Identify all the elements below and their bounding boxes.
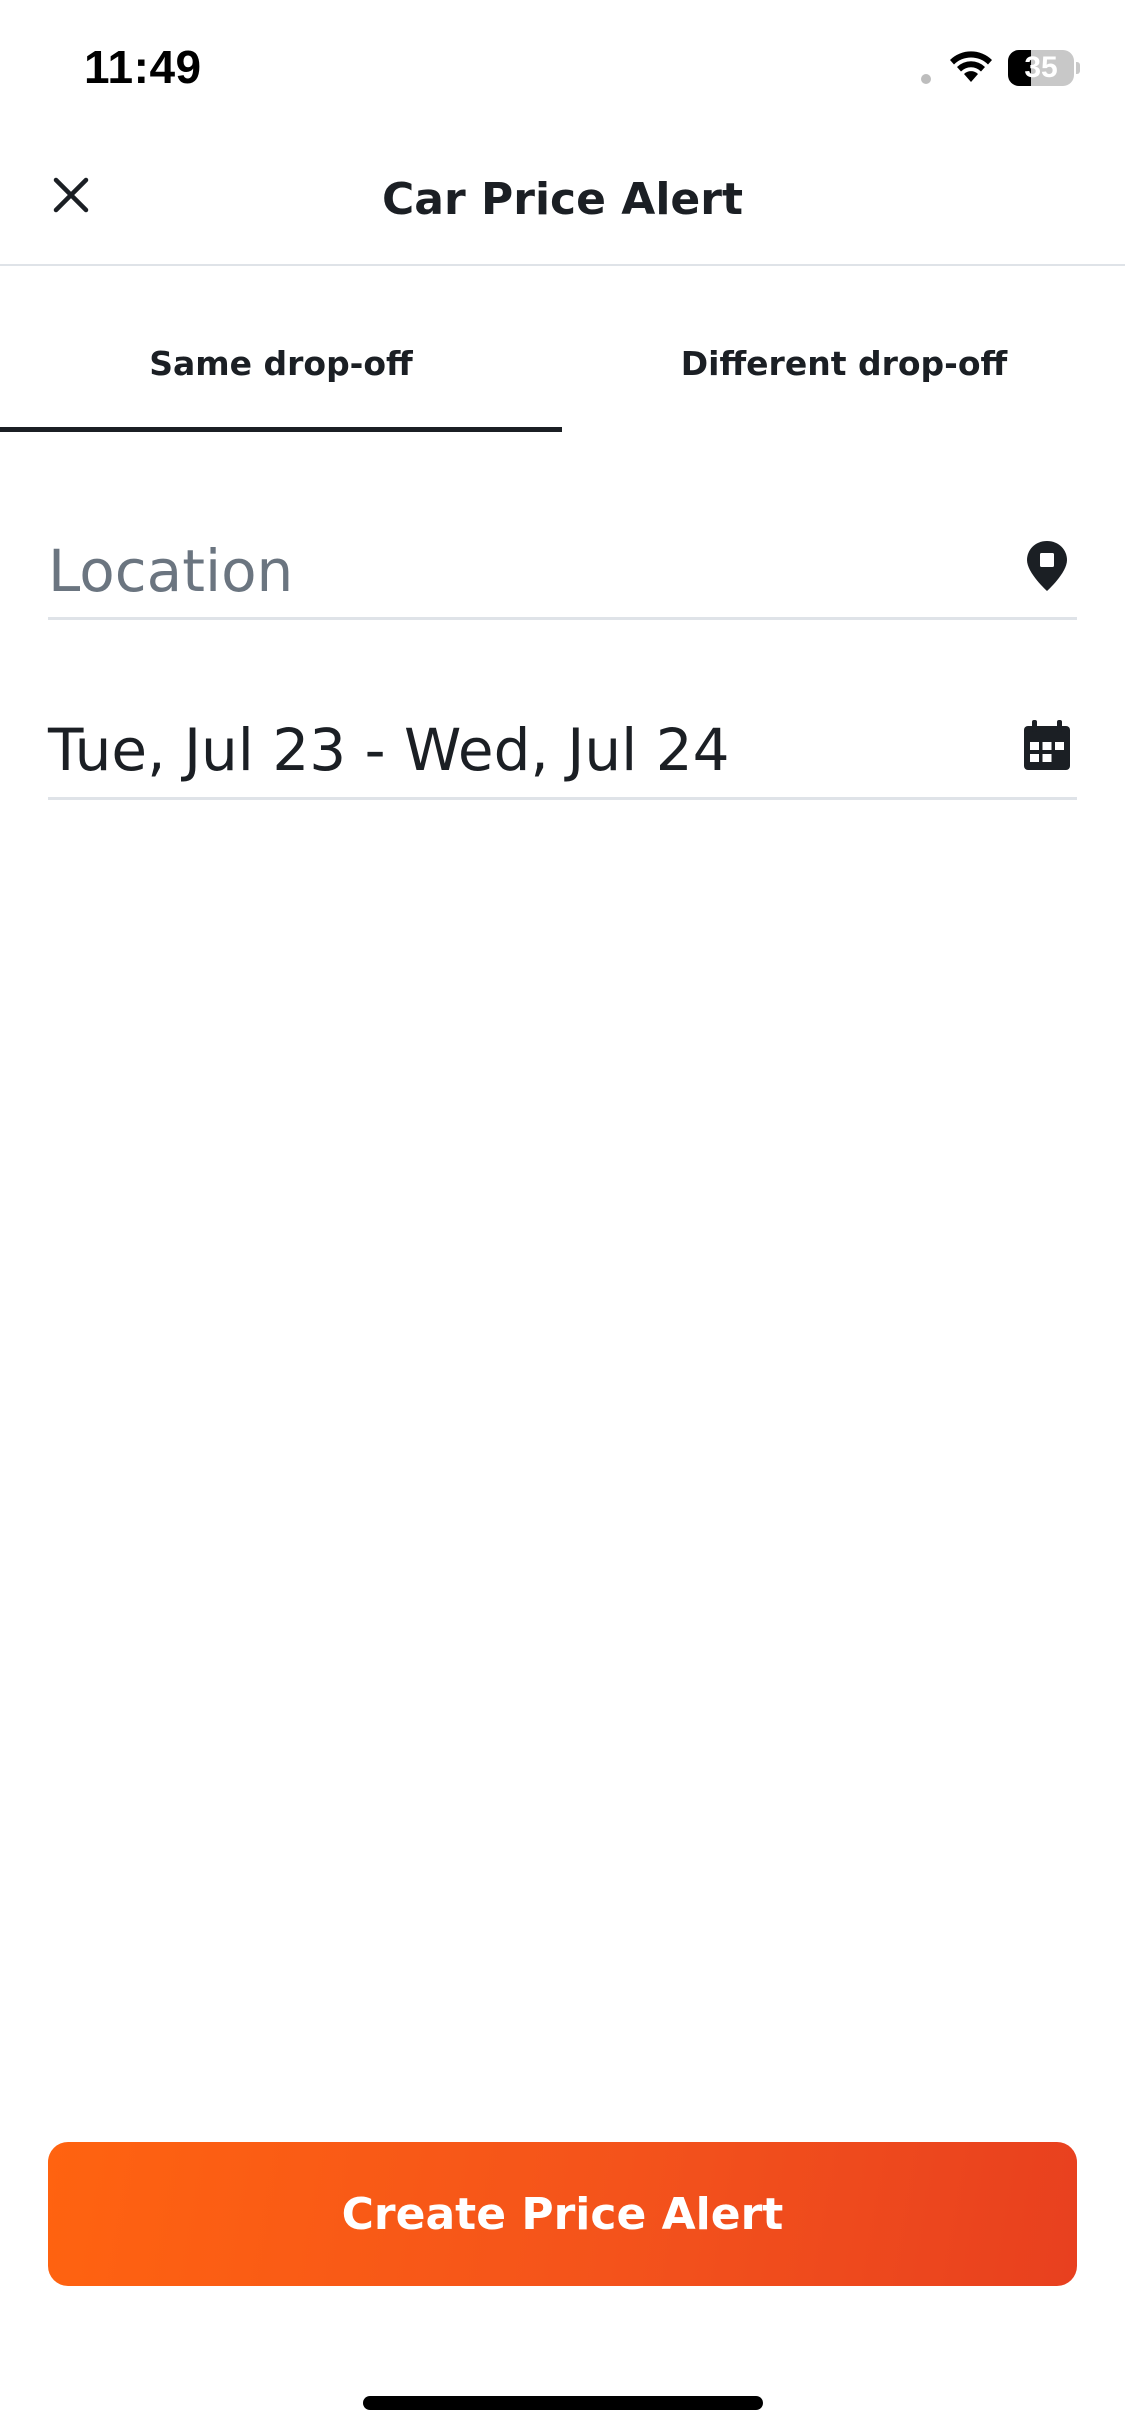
dates-field[interactable]: Tue, Jul 23 - Wed, Jul 24	[48, 690, 1077, 800]
wifi-icon	[948, 48, 994, 84]
close-button[interactable]	[36, 160, 106, 230]
dates-value: Tue, Jul 23 - Wed, Jul 24	[48, 716, 730, 784]
tab-indicator	[0, 427, 562, 432]
create-price-alert-button[interactable]: Create Price Alert	[48, 2142, 1077, 2286]
status-dot	[921, 74, 931, 84]
home-indicator	[363, 2396, 763, 2410]
tab-bar: Same drop-off Different drop-off	[0, 296, 1125, 432]
status-bar: 11:49 35	[0, 0, 1125, 140]
screen: 11:49 35 Car Price Alert Same drop-off D…	[0, 0, 1125, 2436]
location-input[interactable]	[48, 536, 988, 606]
battery-level: 35	[1024, 51, 1058, 84]
tab-same-drop-off[interactable]: Same drop-off	[0, 296, 562, 432]
battery-tip	[1076, 62, 1080, 74]
location-field[interactable]	[48, 510, 1077, 620]
battery-icon: 35	[1008, 50, 1080, 86]
header: Car Price Alert	[0, 140, 1125, 266]
location-pin-icon	[1017, 536, 1077, 596]
page-title: Car Price Alert	[382, 174, 743, 225]
close-icon	[53, 177, 89, 213]
tab-different-drop-off[interactable]: Different drop-off	[563, 296, 1125, 432]
battery-body: 35	[1008, 50, 1074, 86]
status-time: 11:49	[84, 41, 202, 93]
calendar-icon	[1017, 716, 1077, 776]
